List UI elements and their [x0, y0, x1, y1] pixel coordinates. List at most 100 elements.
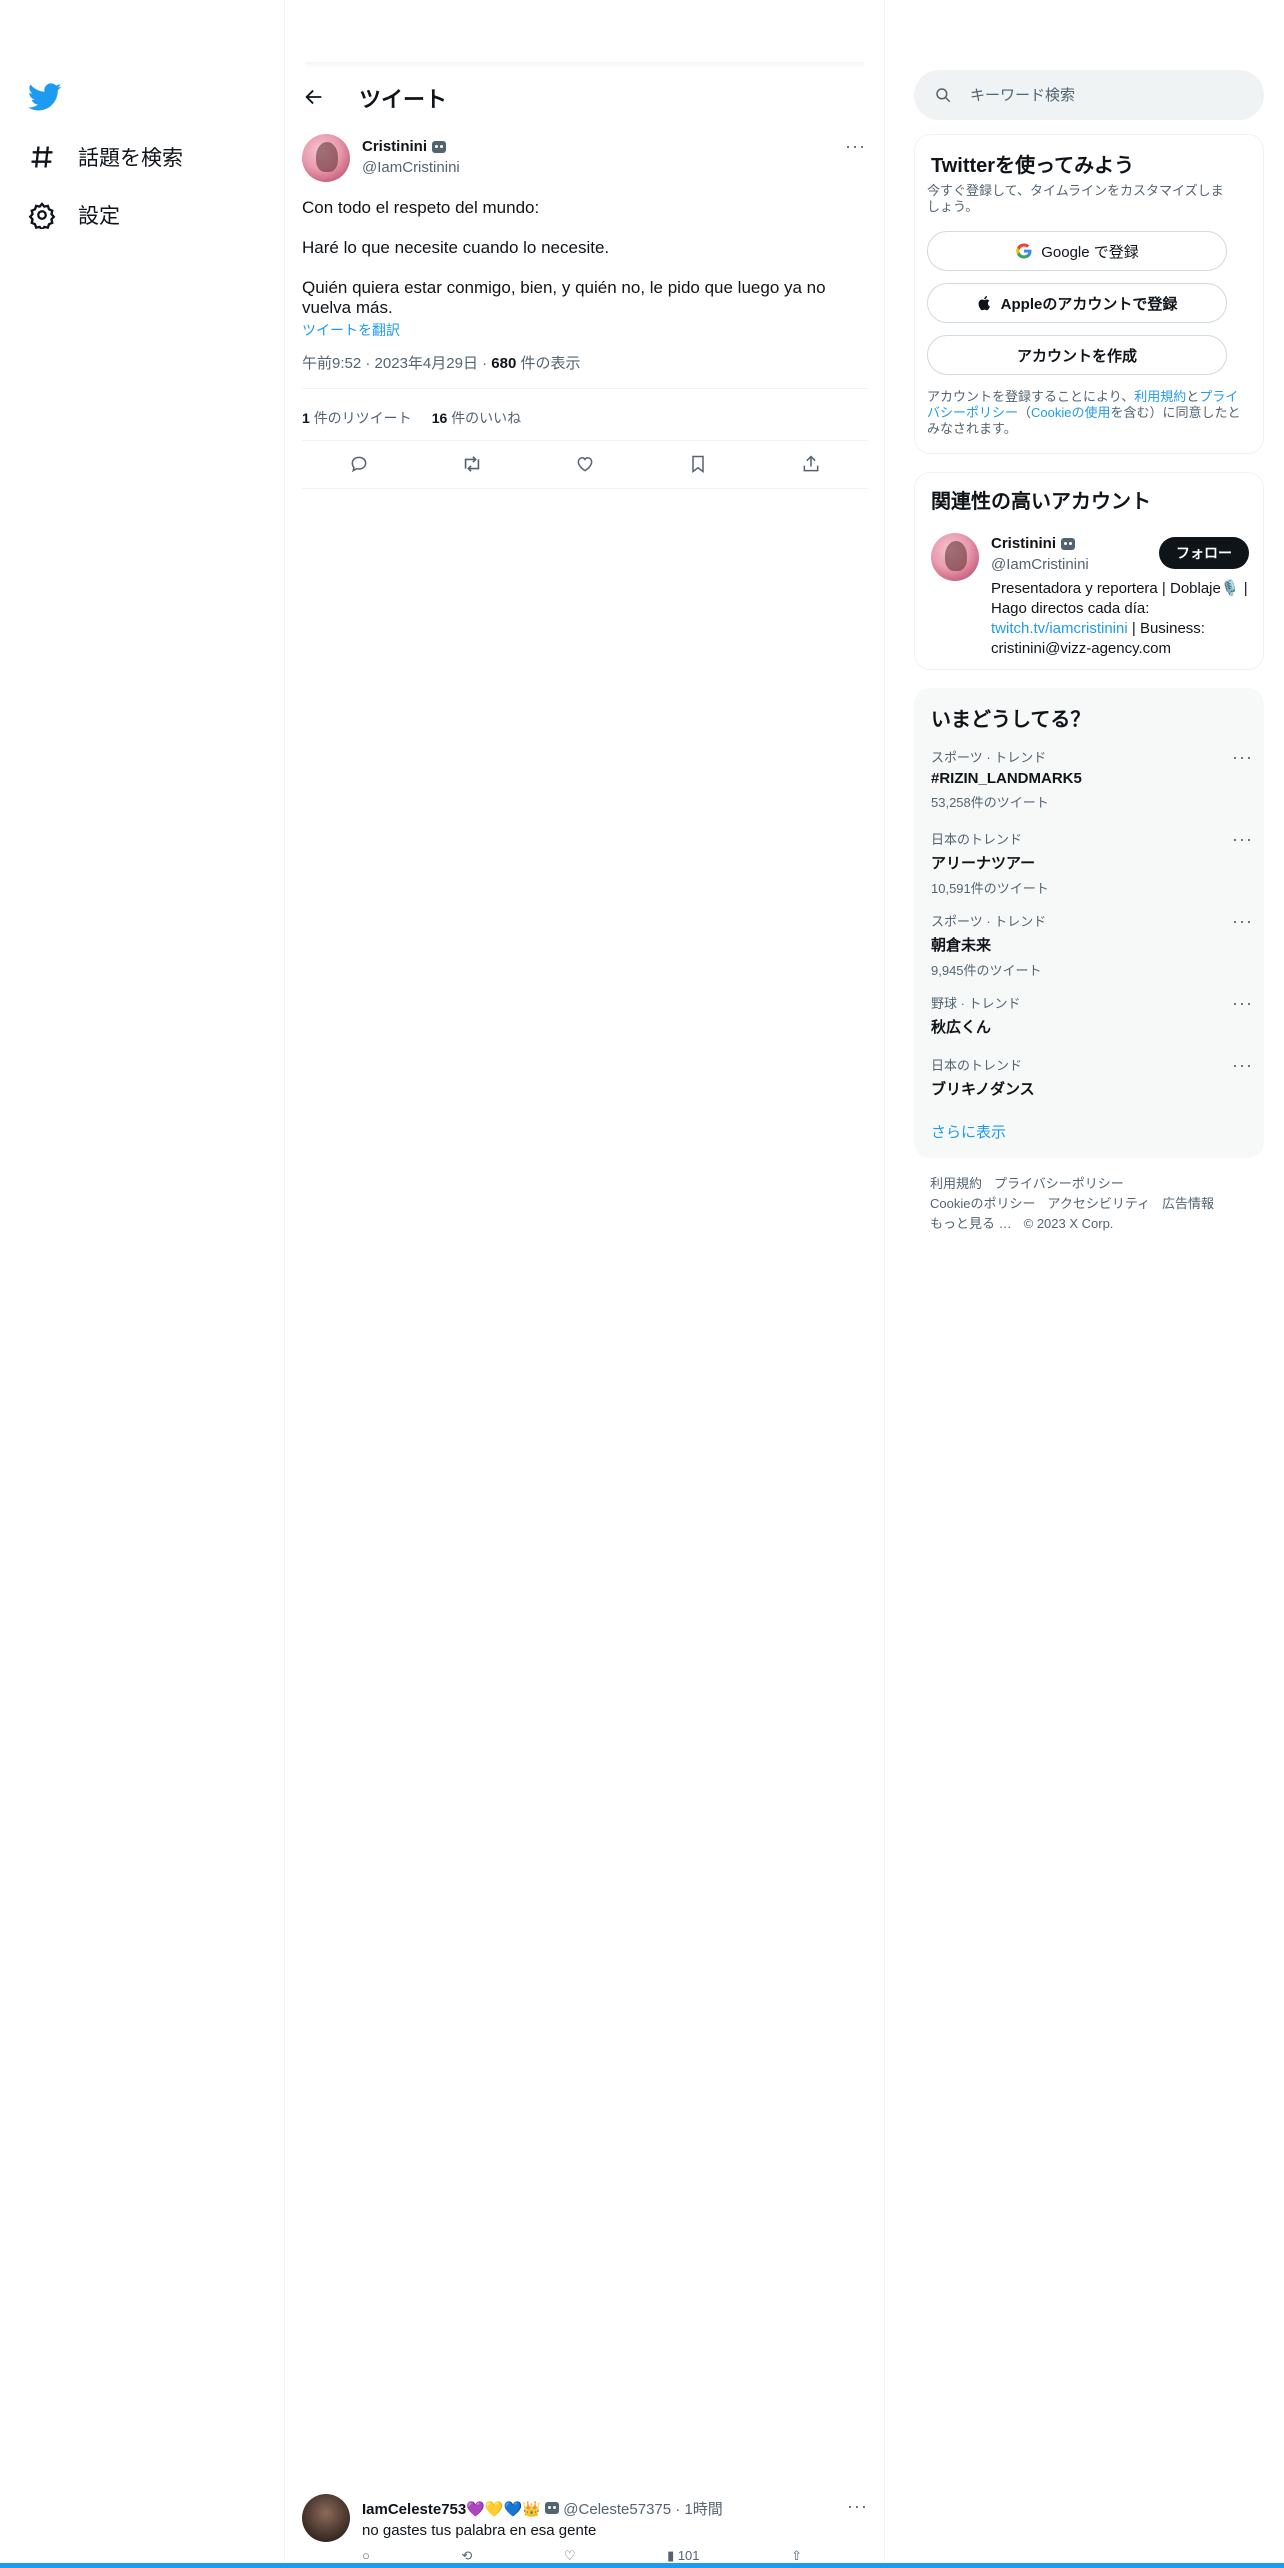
- more-options-button[interactable]: ···: [1232, 911, 1253, 932]
- share-icon: [803, 455, 819, 472]
- trend-item[interactable]: 日本のトレンド ブリキノダンス ···: [931, 1055, 1253, 1099]
- tweet-actions: [302, 444, 868, 484]
- trend-item[interactable]: 野球 · トレンド 秋広くん ···: [931, 993, 1253, 1037]
- show-more-link[interactable]: さらに表示: [931, 1121, 1006, 1142]
- footer-cookie-link[interactable]: Cookieのポリシー: [930, 1196, 1035, 1211]
- tweet-text: Con todo el respeto del mundo: Haré lo q…: [302, 198, 868, 340]
- tweet-time[interactable]: 午前9:52: [302, 355, 361, 372]
- trend-count: 53,258件のツイート: [931, 795, 1049, 810]
- trend-name: #RIZIN_LANDMARK5: [931, 770, 1082, 787]
- share-button[interactable]: [793, 446, 829, 482]
- signup-subtitle: 今すぐ登録して、タイムラインをカスタマイズしましょう。: [927, 183, 1224, 214]
- retweet-icon: [464, 456, 480, 472]
- more-options-button[interactable]: ···: [1232, 993, 1253, 1014]
- likes-stat[interactable]: 16 件のいいね: [432, 410, 521, 426]
- user-handle[interactable]: @IamCristinini: [362, 159, 460, 176]
- trend-name: アリーナツアー: [931, 855, 1036, 872]
- terms-link[interactable]: 利用規約: [1134, 389, 1186, 404]
- google-signup-label: Google で登録: [1041, 243, 1139, 261]
- terms-text: と: [1186, 389, 1200, 404]
- views-icon[interactable]: ▮ 101: [667, 2548, 699, 2564]
- twitter-logo-icon[interactable]: [27, 80, 62, 114]
- trend-count: 10,591件のツイート: [931, 881, 1049, 896]
- footer-terms-link[interactable]: 利用規約: [930, 1176, 982, 1191]
- google-logo-icon: [1016, 243, 1032, 259]
- reply-actions: ○ ⟲ ♡ ▮ 101 ⇧: [362, 2548, 802, 2564]
- reply-time[interactable]: 1時間: [684, 2501, 722, 2518]
- reply-icon: [351, 456, 367, 473]
- search-icon: [936, 88, 951, 103]
- heart-icon[interactable]: ♡: [564, 2548, 576, 2564]
- nav-item-settings[interactable]: 設定: [28, 200, 120, 230]
- reply-display-name[interactable]: IamCeleste753💜💛💙👑: [362, 2501, 541, 2518]
- reply-button[interactable]: [341, 446, 377, 482]
- signup-card: Twitterを使ってみよう 今すぐ登録して、タイムラインをカスタマイズしましょ…: [914, 134, 1264, 454]
- trend-category: スポーツ · トレンド: [931, 750, 1047, 765]
- tweet-date[interactable]: 2023年4月29日: [375, 355, 478, 372]
- reply-handle[interactable]: @Celeste57375: [563, 2501, 671, 2518]
- retweets-label: 件のリツイート: [313, 410, 412, 426]
- retweet-button[interactable]: [454, 446, 490, 482]
- divider: [302, 440, 868, 441]
- tweet-line: Quién quiera estar conmigo, bien, y quié…: [302, 278, 826, 317]
- cookie-link[interactable]: Cookieの使用: [1031, 405, 1110, 420]
- bookmark-button[interactable]: [680, 446, 716, 482]
- footer-accessibility-link[interactable]: アクセシビリティ: [1047, 1196, 1150, 1211]
- apple-logo-icon: [978, 296, 990, 311]
- follow-button[interactable]: フォロー: [1159, 537, 1249, 569]
- apple-signup-button[interactable]: Appleのアカウントで登録: [927, 283, 1227, 323]
- tweet-line: Haré lo que necesite cuando lo necesite.: [302, 238, 610, 257]
- share-icon[interactable]: ⇧: [791, 2548, 802, 2564]
- views-count: 680: [491, 355, 517, 372]
- main-column: ツイート Cristinini @IamCristinini ··· Con t…: [285, 0, 885, 2568]
- back-button[interactable]: [299, 82, 329, 112]
- related-bio: Presentadora y reportera | Doblaje🎙️ | H…: [991, 579, 1251, 659]
- avatar[interactable]: [302, 2494, 350, 2542]
- translate-link[interactable]: ツイートを翻訳: [302, 320, 868, 340]
- avatar[interactable]: [931, 533, 979, 581]
- like-button[interactable]: [567, 446, 603, 482]
- gear-icon: [28, 202, 56, 229]
- nav-item-explore-label: 話題を検索: [78, 147, 183, 170]
- reply-tweet[interactable]: IamCeleste753💜💛💙👑 @Celeste57375 · 1時間 ··…: [302, 2494, 868, 2563]
- page-title: ツイート: [359, 87, 448, 112]
- more-options-button[interactable]: ···: [1232, 829, 1253, 850]
- bio-link[interactable]: twitch.tv/iamcristinini: [991, 620, 1128, 637]
- related-title: 関連性の高いアカウント: [931, 491, 1151, 513]
- more-options-button[interactable]: ···: [1232, 747, 1253, 768]
- trends-title: いまどうしてる？: [931, 709, 1091, 731]
- trend-item[interactable]: スポーツ · トレンド 朝倉未来 9,945件のツイート ···: [931, 911, 1253, 979]
- more-options-button[interactable]: ···: [1232, 1055, 1253, 1076]
- views-label: 件の表示: [520, 355, 581, 372]
- footer-more-link[interactable]: もっと見る …: [930, 1216, 1012, 1231]
- trend-name: 朝倉未来: [931, 937, 992, 954]
- retweets-stat[interactable]: 1 件のリツイート: [302, 410, 412, 426]
- retweet-icon[interactable]: ⟲: [461, 2548, 472, 2564]
- trend-item[interactable]: スポーツ · トレンド #RIZIN_LANDMARK5 53,258件のツイー…: [931, 747, 1253, 811]
- create-account-button[interactable]: アカウントを作成: [927, 335, 1227, 375]
- search-input[interactable]: [970, 86, 1230, 104]
- trend-item[interactable]: 日本のトレンド アリーナツアー 10,591件のツイート ···: [931, 829, 1253, 897]
- reply-icon[interactable]: ○: [362, 2548, 370, 2564]
- reply-text: no gastes tus palabra en esa gente: [362, 2522, 597, 2539]
- more-options-button[interactable]: ···: [847, 2496, 868, 2517]
- google-signup-button[interactable]: Google で登録: [927, 231, 1227, 271]
- footer-privacy-link[interactable]: プライバシーポリシー: [994, 1176, 1124, 1191]
- nav-item-explore[interactable]: 話題を検索: [28, 142, 183, 172]
- search-bar[interactable]: [914, 70, 1264, 120]
- footer-ads-link[interactable]: 広告情報: [1162, 1196, 1214, 1211]
- related-user[interactable]: Cristinini @IamCristinini: [991, 535, 1089, 573]
- bottom-bar: [0, 2563, 1284, 2568]
- reply-views: 101: [677, 2548, 700, 2563]
- avatar[interactable]: [302, 134, 350, 182]
- trend-category: 日本のトレンド: [931, 832, 1023, 847]
- display-name[interactable]: Cristinini: [362, 138, 447, 155]
- signup-terms: アカウントを登録することにより、利用規約とプライバシーポリシー（Cookieの使…: [927, 389, 1243, 437]
- tweet-stats: 1 件のリツイート 16 件のいいね: [302, 408, 521, 428]
- trend-category: 日本のトレンド: [931, 1058, 1023, 1073]
- more-options-button[interactable]: ···: [845, 136, 866, 157]
- tweet-meta: 午前9:52 · 2023年4月29日 · 680 件の表示: [302, 355, 581, 372]
- left-navigation: 話題を検索 設定: [0, 0, 285, 2568]
- tweet-line: Con todo el respeto del mundo:: [302, 198, 540, 217]
- display-name-text: Cristinini: [362, 138, 428, 155]
